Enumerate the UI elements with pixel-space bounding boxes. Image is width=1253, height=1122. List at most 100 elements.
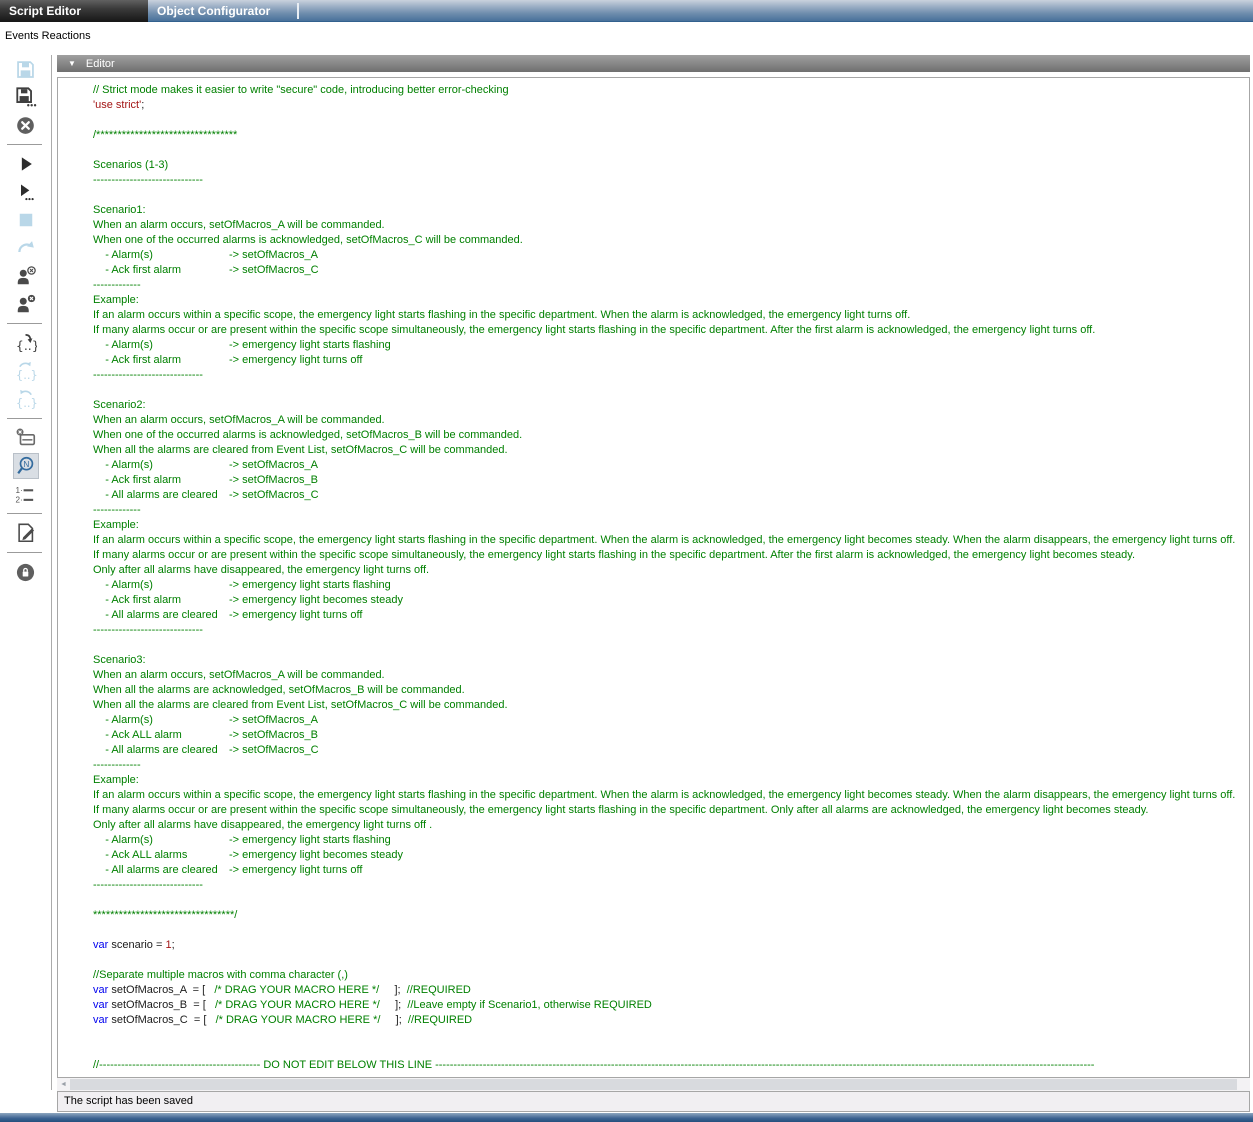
- code-line: Only after all alarms have disappeared, …: [58, 818, 1249, 833]
- code-line: - Alarm(s)-> setOfMacros_A: [58, 458, 1249, 473]
- macro-redo-button[interactable]: {..}: [0, 385, 51, 413]
- close-icon: [13, 112, 39, 138]
- code-line: - Ack first alarm-> emergency light turn…: [58, 353, 1249, 368]
- user-block-button[interactable]: [0, 262, 51, 290]
- code-line: //Separate multiple macros with comma ch…: [58, 968, 1249, 983]
- code-line: Only after all alarms have disappeared, …: [58, 563, 1249, 578]
- tab-object-configurator[interactable]: Object Configurator: [148, 0, 296, 22]
- code-line: ------------------------------: [58, 173, 1249, 188]
- code-line: //--------------------------------------…: [58, 1058, 1249, 1073]
- toolbar-divider: [0, 413, 51, 424]
- line-numbers-button[interactable]: 1·2·: [0, 480, 51, 508]
- macro-insert-icon: {..}: [13, 330, 39, 356]
- code-line: If an alarm occurs within a specific sco…: [58, 788, 1249, 803]
- toolbar-divider: [0, 139, 51, 150]
- save-as-button[interactable]: [0, 83, 51, 111]
- save-icon: [13, 56, 39, 82]
- macro-insert-button[interactable]: {..}: [0, 329, 51, 357]
- code-line: ------------------------------: [58, 368, 1249, 383]
- run-button[interactable]: [0, 150, 51, 178]
- toolbar-divider: [0, 318, 51, 329]
- lock-icon: [13, 559, 39, 585]
- code-line: /*********************************: [58, 128, 1249, 143]
- run-options-button[interactable]: [0, 178, 51, 206]
- code-line: Scenario3:: [58, 653, 1249, 668]
- status-bar: The script has been saved: [57, 1091, 1250, 1112]
- svg-text:{..}: {..}: [16, 368, 37, 382]
- redo-button[interactable]: [0, 234, 51, 262]
- svg-text:1·: 1·: [15, 486, 22, 495]
- code-line: When an alarm occurs, setOfMacros_A will…: [58, 413, 1249, 428]
- events-reactions-label: Events Reactions: [5, 30, 91, 42]
- event-clear-button[interactable]: [0, 424, 51, 452]
- code-line: When one of the occurred alarms is ackno…: [58, 428, 1249, 443]
- code-line: - Ack ALL alarm-> setOfMacros_B: [58, 728, 1249, 743]
- run-icon: [13, 151, 39, 177]
- stop-button[interactable]: [0, 206, 51, 234]
- export-button[interactable]: [0, 519, 51, 547]
- code-line: Example:: [58, 518, 1249, 533]
- svg-text:{..}: {..}: [16, 396, 37, 410]
- toolbar-divider: [0, 547, 51, 558]
- code-line: [58, 383, 1249, 398]
- macro-undo-button[interactable]: {..}: [0, 357, 51, 385]
- macro-redo-icon: {..}: [13, 386, 39, 412]
- close-button[interactable]: [0, 111, 51, 139]
- tab-script-editor[interactable]: Script Editor: [0, 0, 148, 22]
- code-line: If many alarms occur or are present with…: [58, 803, 1249, 818]
- editor-panel-title: Editor: [86, 58, 115, 70]
- code-line: If an alarm occurs within a specific sco…: [58, 308, 1249, 323]
- code-line: When all the alarms are acknowledged, se…: [58, 683, 1249, 698]
- code-line: -------------: [58, 503, 1249, 518]
- code-line: - Ack ALL alarms-> emergency light becom…: [58, 848, 1249, 863]
- code-line: - Alarm(s)-> emergency light starts flas…: [58, 833, 1249, 848]
- lock-button[interactable]: [0, 558, 51, 586]
- user-remove-button[interactable]: [0, 290, 51, 318]
- scrollbar-thumb[interactable]: [70, 1079, 1237, 1090]
- code-line: var setOfMacros_A = [ /* DRAG YOUR MACRO…: [58, 983, 1249, 998]
- status-text: The script has been saved: [64, 1095, 193, 1107]
- find-button[interactable]: N: [0, 452, 51, 480]
- svg-text:{..}: {..}: [16, 338, 37, 353]
- event-clear-icon: [13, 425, 39, 451]
- redo-icon: [13, 235, 39, 261]
- code-line: - Alarm(s)-> emergency light starts flas…: [58, 578, 1249, 593]
- code-line: Example:: [58, 773, 1249, 788]
- code-line: var setOfMacros_B = [ /* DRAG YOUR MACRO…: [58, 998, 1249, 1013]
- collapse-triangle-icon: ▼: [68, 59, 76, 68]
- svg-text:N: N: [23, 460, 29, 469]
- code-line: Scenarios (1-3): [58, 158, 1249, 173]
- editor-panel: ▼ Editor // Strict mode makes it easier …: [57, 55, 1250, 1112]
- code-line: Example:: [58, 293, 1249, 308]
- horizontal-scrollbar[interactable]: ◄: [57, 1078, 1250, 1091]
- code-line: [58, 638, 1249, 653]
- code-line: When an alarm occurs, setOfMacros_A will…: [58, 668, 1249, 683]
- code-line: - Alarm(s)-> setOfMacros_A: [58, 713, 1249, 728]
- code-line: ------------------------------: [58, 623, 1249, 638]
- code-line: - Ack first alarm-> emergency light beco…: [58, 593, 1249, 608]
- code-line: [58, 893, 1249, 908]
- line-numbers-icon: 1·2·: [13, 481, 39, 507]
- scroll-left-button[interactable]: ◄: [57, 1078, 70, 1091]
- code-line: ------------------------------: [58, 878, 1249, 893]
- code-line: - Ack first alarm-> setOfMacros_C: [58, 263, 1249, 278]
- code-line: If an alarm occurs within a specific sco…: [58, 533, 1249, 548]
- user-remove-icon: [13, 291, 39, 317]
- code-line: // Strict mode makes it easier to write …: [58, 83, 1249, 98]
- code-line: - All alarms are cleared-> emergency lig…: [58, 608, 1249, 623]
- user-block-icon: [13, 263, 39, 289]
- code-line: When one of the occurred alarms is ackno…: [58, 233, 1249, 248]
- export-icon: [13, 520, 39, 546]
- code-line: *********************************/: [58, 908, 1249, 923]
- code-line: [58, 1043, 1249, 1058]
- toolbar-divider: [0, 508, 51, 519]
- code-line: - Alarm(s)-> emergency light starts flas…: [58, 338, 1249, 353]
- code-editor[interactable]: // Strict mode makes it easier to write …: [57, 77, 1250, 1078]
- code-line: If many alarms occur or are present with…: [58, 548, 1249, 563]
- code-line: When all the alarms are cleared from Eve…: [58, 443, 1249, 458]
- tab-separator: [297, 3, 299, 19]
- code-line: var scenario = 1;: [58, 938, 1249, 953]
- editor-panel-header[interactable]: ▼ Editor: [57, 55, 1250, 72]
- run-options-icon: [13, 179, 39, 205]
- save-button[interactable]: [0, 55, 51, 83]
